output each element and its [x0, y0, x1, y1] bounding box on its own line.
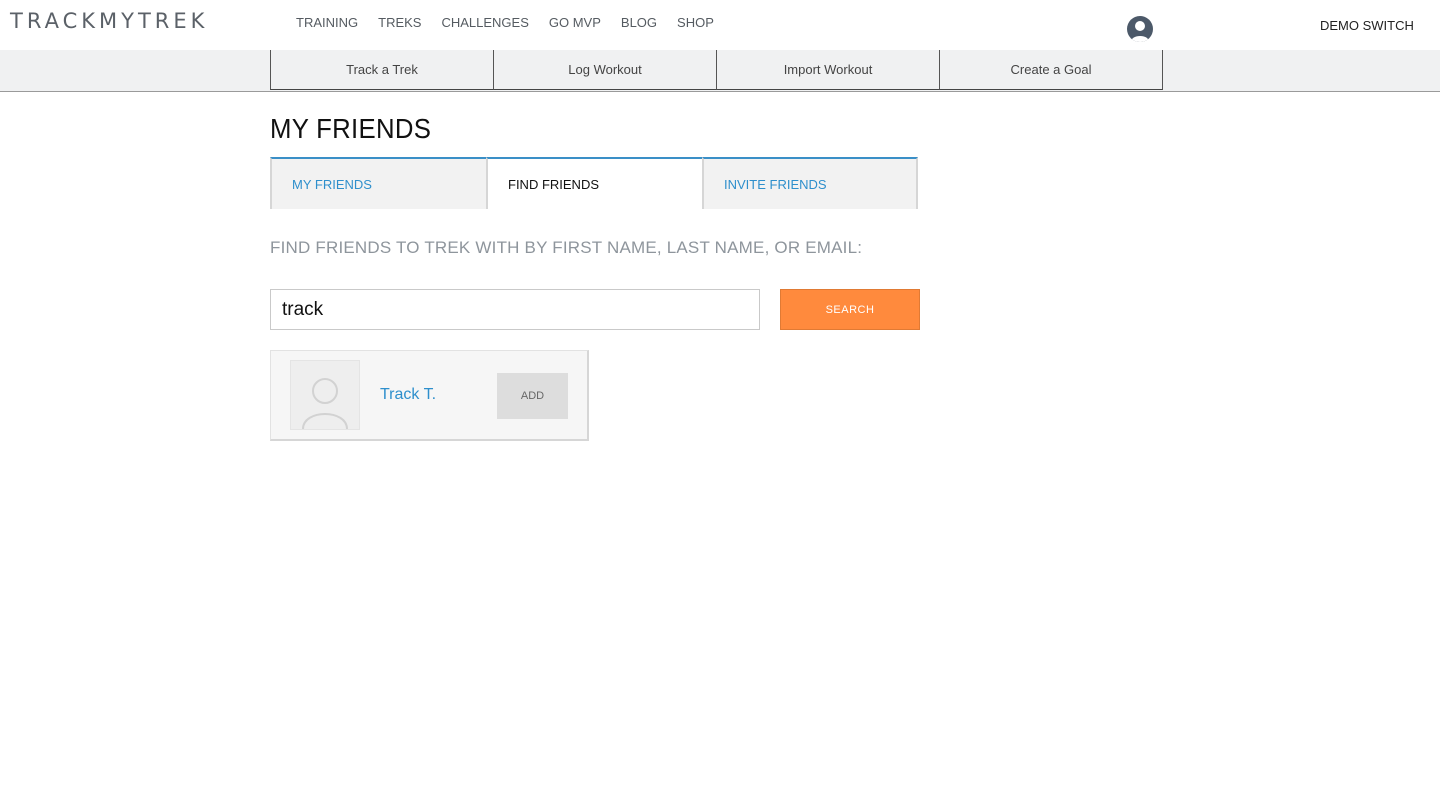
action-bar: Track a Trek Log Workout Import Workout … [0, 50, 1440, 92]
nav-blog[interactable]: BLOG [621, 15, 657, 31]
site-logo[interactable]: TRACKMYTREK [10, 9, 208, 33]
main-nav: TRAINING TREKS CHALLENGES GO MVP BLOG SH… [296, 15, 734, 31]
create-a-goal-button[interactable]: Create a Goal [939, 50, 1163, 90]
friend-result-card: Track T. ADD [270, 350, 589, 441]
nav-shop[interactable]: SHOP [677, 15, 714, 31]
friend-name-link[interactable]: Track T. [380, 386, 436, 404]
tab-find-friends[interactable]: FIND FRIENDS [486, 157, 702, 209]
user-name-menu[interactable]: DEMO SWITCH [1320, 18, 1414, 33]
user-avatar-icon[interactable] [1127, 16, 1153, 42]
track-a-trek-button[interactable]: Track a Trek [270, 50, 494, 90]
log-workout-button[interactable]: Log Workout [493, 50, 717, 90]
add-friend-button[interactable]: ADD [497, 373, 568, 419]
friends-tabs: MY FRIENDS FIND FRIENDS INVITE FRIENDS [270, 157, 918, 209]
default-avatar-icon [290, 360, 360, 430]
tab-invite-friends[interactable]: INVITE FRIENDS [702, 157, 918, 209]
search-input[interactable] [270, 289, 760, 330]
nav-go-mvp[interactable]: GO MVP [549, 15, 601, 31]
nav-challenges[interactable]: CHALLENGES [441, 15, 528, 31]
top-navigation-bar: TRACKMYTREK TRAINING TREKS CHALLENGES GO… [0, 0, 1440, 51]
page-title: MY FRIENDS [270, 113, 432, 144]
search-instructions: FIND FRIENDS TO TREK WITH BY FIRST NAME,… [270, 238, 863, 257]
search-button[interactable]: SEARCH [780, 289, 920, 330]
nav-training[interactable]: TRAINING [296, 15, 358, 31]
tab-my-friends[interactable]: MY FRIENDS [270, 157, 486, 209]
import-workout-button[interactable]: Import Workout [716, 50, 940, 90]
nav-treks[interactable]: TREKS [378, 15, 421, 31]
